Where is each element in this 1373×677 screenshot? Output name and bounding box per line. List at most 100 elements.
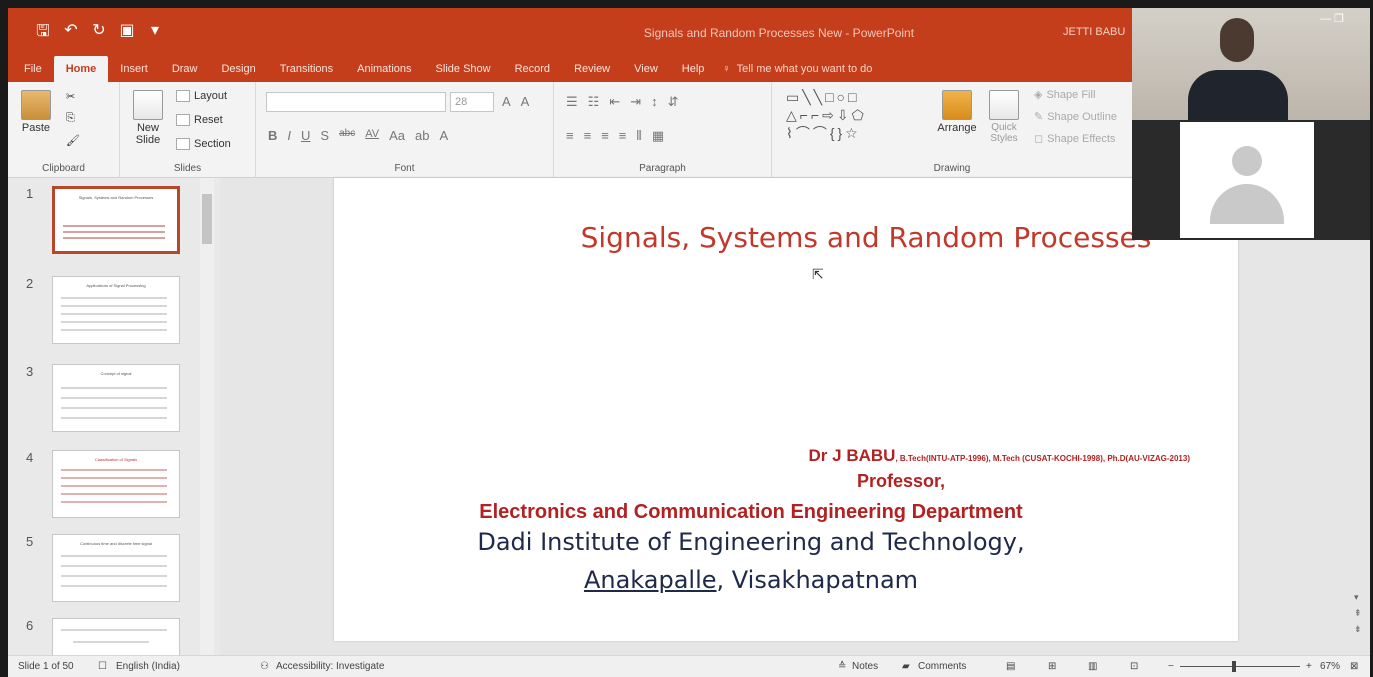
slide-thumbnail-2[interactable]: Applications of Signal Processing xyxy=(52,276,180,344)
smartart-icon[interactable]: ▦ xyxy=(652,128,664,144)
arrange-button[interactable]: Arrange xyxy=(932,90,982,134)
slide-thumbnail-1[interactable]: Signals, Systems and Random Processes xyxy=(52,186,180,254)
shapes-gallery[interactable]: ▭╲╲□○□ △⌐⌐⇨⇩⬠ ⌇⌒⌒{}☆ xyxy=(786,88,867,142)
tab-draw[interactable]: Draw xyxy=(160,56,210,82)
tab-home[interactable]: Home xyxy=(53,56,109,82)
highlight-icon[interactable]: ab xyxy=(415,128,429,143)
tell-me-text: Tell me what you want to do xyxy=(736,63,873,75)
vertical-scrollbar[interactable]: ▾ ⇞ ⇟ xyxy=(1350,178,1370,655)
slideshow-view-icon[interactable]: ⊡ xyxy=(1130,661,1138,672)
shape-effects-button[interactable]: ◻ Shape Effects xyxy=(1034,132,1115,146)
copy-button[interactable]: ⎘ xyxy=(66,112,75,125)
shape-outline-button[interactable]: ✎ Shape Outline xyxy=(1034,110,1117,124)
powerpoint-window: 🖫 ↶ ↻ ▣ ▾ Signals and Random Processes N… xyxy=(8,8,1370,677)
shrink-font-button[interactable]: A xyxy=(521,94,530,109)
new-slide-button[interactable]: New Slide xyxy=(126,90,170,146)
language-status[interactable]: English (India) xyxy=(116,661,180,672)
align-left-icon[interactable]: ≡ xyxy=(566,128,574,144)
slide[interactable]: Signals, Systems and Random Processes ⇱ … xyxy=(334,178,1238,641)
slide-title[interactable]: Signals, Systems and Random Processes xyxy=(334,221,1238,254)
thumb-line xyxy=(61,469,167,471)
institute-location[interactable]: Anakapalle, Visakhapatnam xyxy=(334,566,1238,594)
restore-window-icon[interactable]: — ❐ xyxy=(1320,12,1344,25)
tab-insert[interactable]: Insert xyxy=(108,56,160,82)
slide-thumbnail-6[interactable] xyxy=(52,618,180,655)
paste-icon xyxy=(21,90,51,120)
underline-button[interactable]: U xyxy=(301,128,310,143)
shadow-button[interactable]: S xyxy=(320,128,329,143)
line-spacing-icon[interactable]: ↕ xyxy=(651,94,658,110)
columns-icon[interactable]: ⫴ xyxy=(636,128,641,144)
reading-view-icon[interactable]: ▥ xyxy=(1088,661,1097,672)
author-position[interactable]: Professor, xyxy=(334,471,1238,492)
thumb-title: Classification of Signals xyxy=(94,457,138,462)
tab-view[interactable]: View xyxy=(622,56,670,82)
slide-sorter-icon[interactable]: ⊞ xyxy=(1048,661,1056,672)
author-line[interactable]: Dr J BABU, B.Tech(INTU-ATP-1996), M.Tech… xyxy=(334,446,1190,466)
bold-button[interactable]: B xyxy=(268,128,277,143)
shape-fill-button[interactable]: ◈ Shape Fill xyxy=(1034,88,1095,102)
paste-button[interactable]: Paste xyxy=(16,90,56,134)
tab-review[interactable]: Review xyxy=(562,56,622,82)
zoom-slider[interactable] xyxy=(1180,661,1300,672)
scroll-thumb[interactable] xyxy=(202,194,212,244)
decrease-indent-icon[interactable]: ⇤ xyxy=(609,94,620,110)
cut-button[interactable]: ✂ xyxy=(66,90,75,103)
font-color-icon[interactable]: A xyxy=(439,128,448,143)
zoom-in-icon[interactable]: + xyxy=(1306,661,1312,672)
layout-button[interactable]: Layout xyxy=(176,90,227,102)
fit-slide-icon[interactable]: ⊠ xyxy=(1350,661,1358,672)
strikethrough-button[interactable]: abc xyxy=(339,128,355,143)
user-name[interactable]: JETTI BABU xyxy=(1063,26,1125,38)
format-painter-button[interactable]: 🖌 xyxy=(66,134,80,147)
notes-icon[interactable]: ≙ xyxy=(838,661,846,672)
numbering-icon[interactable]: ☷ xyxy=(588,94,600,110)
tab-slide-show[interactable]: Slide Show xyxy=(424,56,503,82)
reset-button[interactable]: Reset xyxy=(176,114,223,126)
font-size-box[interactable]: 28 xyxy=(450,92,494,112)
tab-transitions[interactable]: Transitions xyxy=(268,56,345,82)
next-slide-icon[interactable]: ⇟ xyxy=(1354,624,1362,635)
normal-view-icon[interactable]: ▤ xyxy=(1006,661,1015,672)
thumb-title: Concept of signal xyxy=(100,371,132,376)
thumb-line xyxy=(61,501,167,503)
tab-help[interactable]: Help xyxy=(670,56,717,82)
tell-me-box[interactable]: ♀ Tell me what you want to do xyxy=(716,56,878,82)
align-center-icon[interactable]: ≡ xyxy=(584,128,592,144)
slide-thumbnail-4[interactable]: Classification of Signals xyxy=(52,450,180,518)
zoom-level[interactable]: 67% xyxy=(1320,661,1340,672)
font-name-box[interactable] xyxy=(266,92,446,112)
institute-name[interactable]: Dadi Institute of Engineering and Techno… xyxy=(334,528,1238,556)
grow-font-button[interactable]: A xyxy=(502,94,511,109)
section-button[interactable]: Section xyxy=(176,138,231,150)
zoom-out-icon[interactable]: − xyxy=(1168,661,1174,672)
tab-animations[interactable]: Animations xyxy=(345,56,423,82)
align-right-icon[interactable]: ≡ xyxy=(601,128,609,144)
text-direction-icon[interactable]: ⇵ xyxy=(668,94,679,110)
quick-styles-button[interactable]: Quick Styles xyxy=(984,90,1024,144)
justify-icon[interactable]: ≡ xyxy=(619,128,627,144)
tab-record[interactable]: Record xyxy=(503,56,562,82)
slide-thumbnails-panel[interactable]: 1 Signals, Systems and Random Processes … xyxy=(8,178,220,655)
slide-thumbnail-3[interactable]: Concept of signal xyxy=(52,364,180,432)
char-spacing-button[interactable]: AV xyxy=(365,128,379,143)
tab-file[interactable]: File xyxy=(12,56,54,82)
author-department[interactable]: Electronics and Communication Engineerin… xyxy=(334,501,1238,524)
bullets-icon[interactable]: ☰ xyxy=(566,94,578,110)
spell-check-icon[interactable]: ☐ xyxy=(98,661,107,672)
accessibility-status[interactable]: Accessibility: Investigate xyxy=(276,661,384,672)
zoom-slider-thumb[interactable] xyxy=(1232,661,1236,672)
italic-button[interactable]: I xyxy=(287,128,291,143)
slide-thumbnail-5[interactable]: Continuous time and discrete time signal xyxy=(52,534,180,602)
comments-button[interactable]: Comments xyxy=(918,661,966,672)
thumbnail-scrollbar[interactable] xyxy=(200,178,214,655)
change-case-button[interactable]: Aa xyxy=(389,128,405,143)
previous-slide-icon[interactable]: ⇞ xyxy=(1354,608,1362,619)
increase-indent-icon[interactable]: ⇥ xyxy=(630,94,641,110)
comments-icon[interactable]: ▰ xyxy=(902,661,910,672)
accessibility-icon[interactable]: ⚇ xyxy=(260,661,269,672)
notes-button[interactable]: Notes xyxy=(852,661,878,672)
scroll-down-icon[interactable]: ▾ xyxy=(1354,592,1359,603)
thumb-line xyxy=(61,565,167,567)
tab-design[interactable]: Design xyxy=(209,56,267,82)
